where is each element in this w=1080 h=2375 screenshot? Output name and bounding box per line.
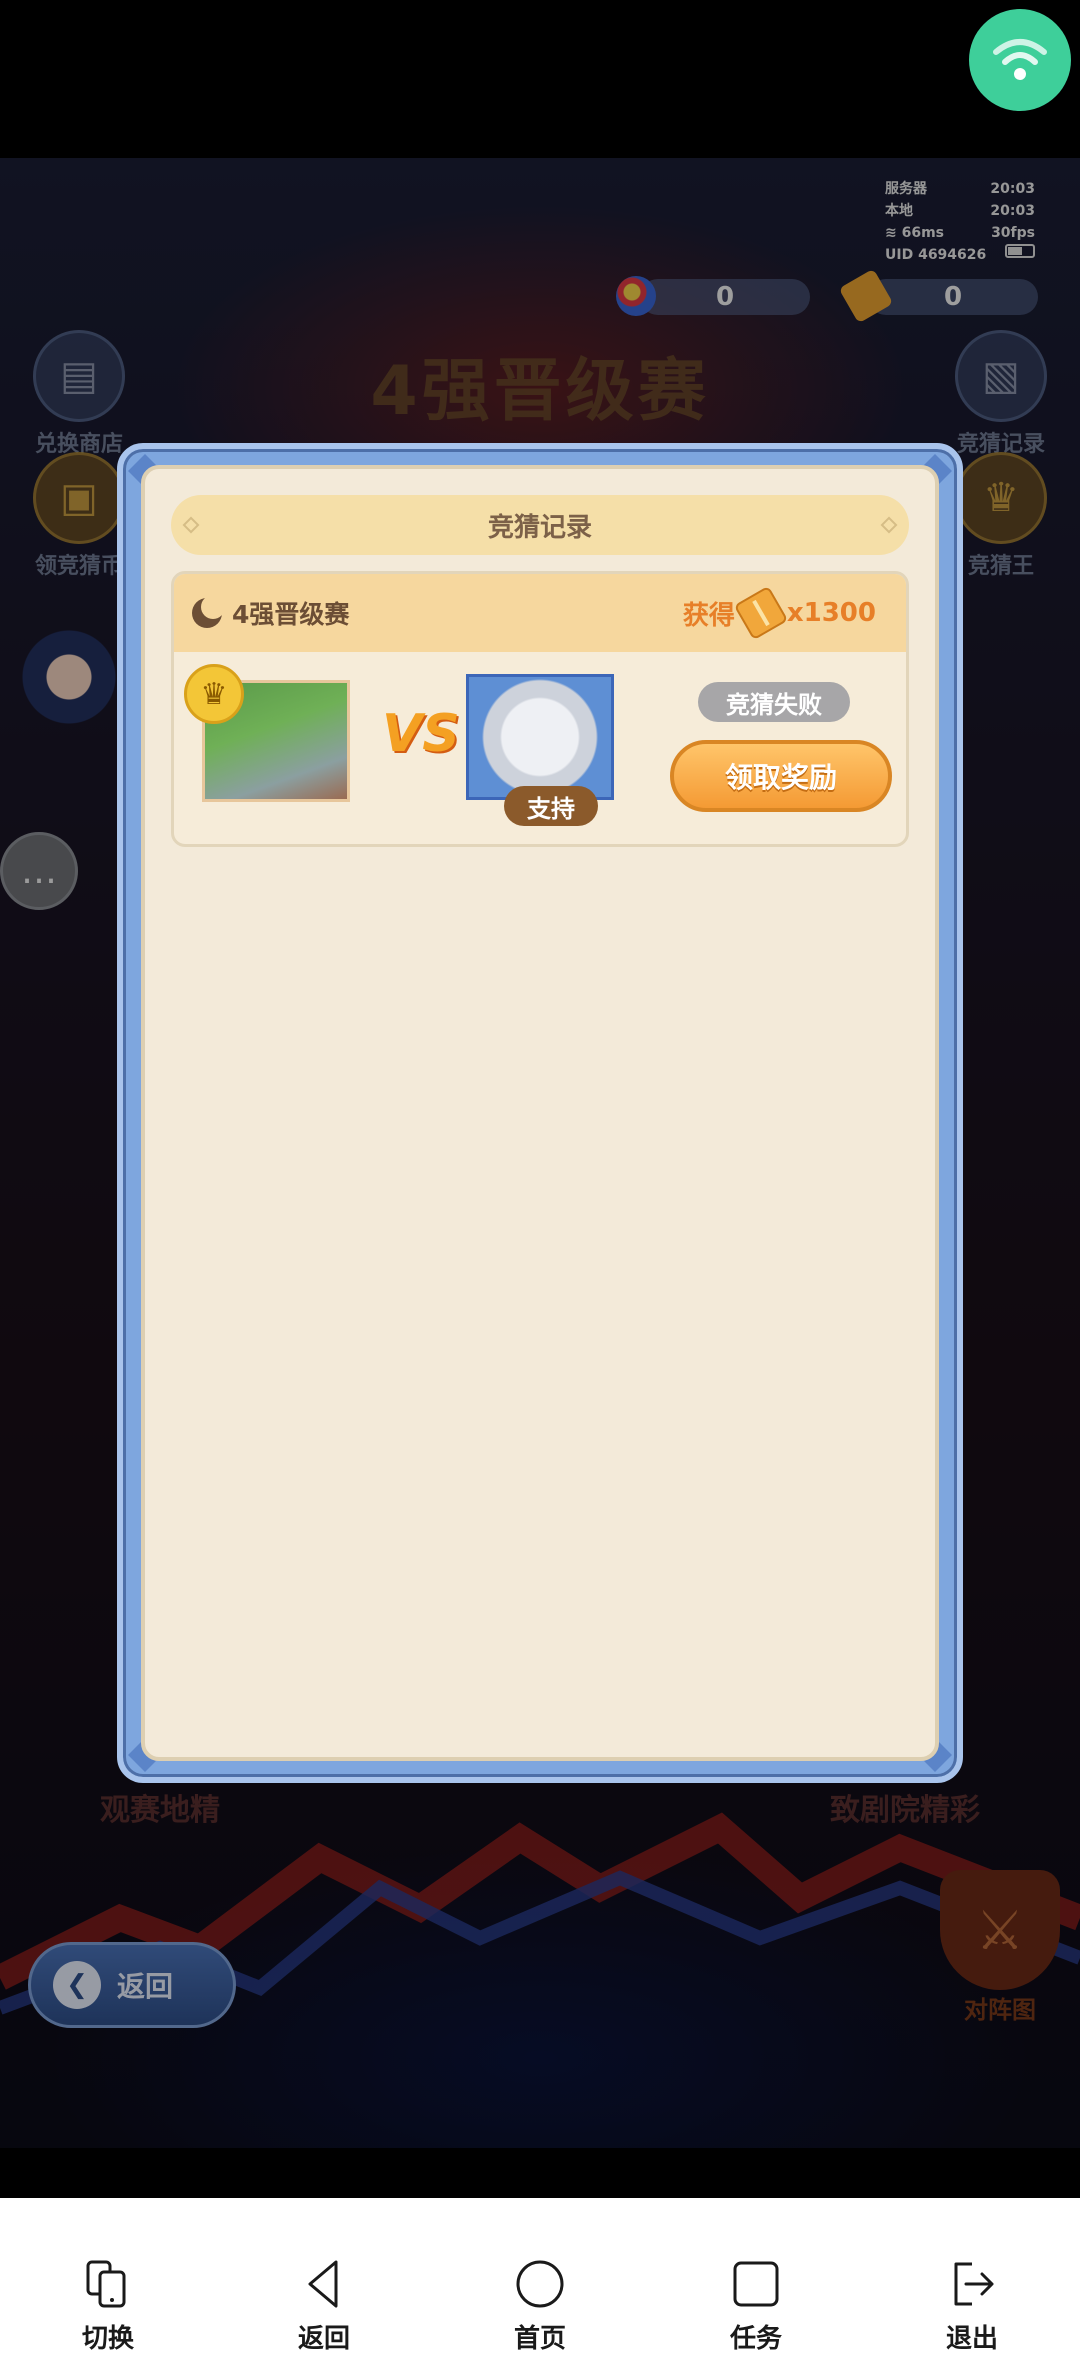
- guess-result-badge: 竞猜失败: [698, 682, 850, 722]
- nav-home-button[interactable]: 首页: [480, 2258, 600, 2355]
- nav-back-label: 返回: [297, 2324, 350, 2354]
- vs-label: VS: [382, 704, 460, 764]
- guess-record-modal: 竞猜记录 4强晋级赛 获得 x1300 ♛ VS 支持 竞猜失败 领取奖励: [117, 443, 963, 1783]
- nav-task-button[interactable]: 任务: [696, 2258, 816, 2355]
- support-badge: 支持: [504, 786, 598, 826]
- reward-summary: 获得 x1300: [682, 585, 876, 641]
- diamond-ornament-icon: [880, 516, 898, 534]
- back-triangle-icon: [308, 2260, 338, 2308]
- ticket-icon: [733, 585, 789, 641]
- guess-record-card: 4强晋级赛 获得 x1300 ♛ VS 支持 竞猜失败 领取奖励: [171, 571, 909, 847]
- player-b-portrait: [466, 674, 614, 800]
- nav-back-button[interactable]: 返回: [264, 2258, 384, 2355]
- reward-prefix: 获得: [682, 600, 735, 631]
- exit-icon: [954, 2262, 994, 2306]
- record-card-header: 4强晋级赛 获得 x1300: [174, 574, 906, 652]
- wifi-icon: [993, 39, 1047, 80]
- nav-home-label: 首页: [513, 2324, 566, 2354]
- diamond-ornament-icon: [182, 516, 200, 534]
- nav-switch-label: 切换: [81, 2324, 134, 2354]
- nav-task-label: 任务: [729, 2324, 782, 2354]
- nav-exit-label: 退出: [945, 2324, 998, 2354]
- nav-exit-button[interactable]: 退出: [912, 2258, 1032, 2355]
- match-name: 4强晋级赛: [232, 600, 350, 629]
- modal-title: 竞猜记录: [487, 512, 592, 543]
- modal-body: 竞猜记录 4强晋级赛 获得 x1300 ♛ VS 支持 竞猜失败 领取奖励: [141, 465, 939, 1761]
- nav-switch-button[interactable]: 切换: [48, 2258, 168, 2355]
- claim-reward-button[interactable]: 领取奖励: [670, 740, 892, 812]
- system-nav-bar: 切换 返回 首页 任务 退出: [0, 2198, 1080, 2375]
- modal-title-bar: 竞猜记录: [171, 495, 909, 555]
- moon-icon: [192, 595, 225, 628]
- floating-wifi-button[interactable]: [969, 9, 1071, 111]
- home-circle-icon: [516, 2260, 564, 2308]
- reward-amount: x1300: [786, 598, 876, 628]
- switch-device-icon: [86, 2260, 126, 2308]
- task-square-icon: [733, 2261, 779, 2307]
- crown-icon: ♛: [184, 664, 244, 724]
